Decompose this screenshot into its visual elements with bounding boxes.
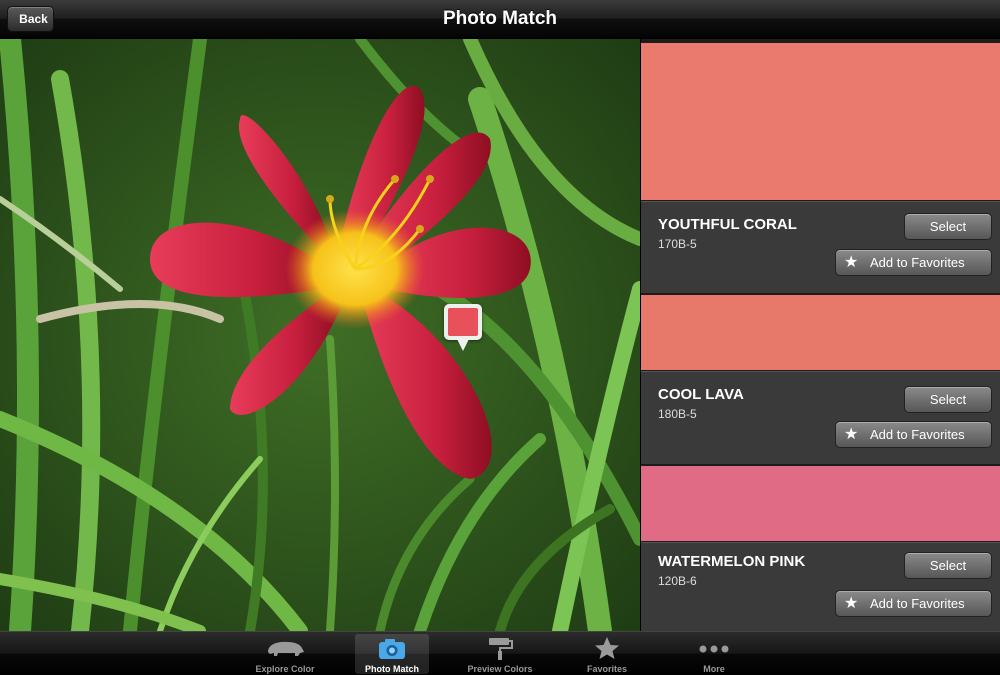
select-button[interactable]: Select bbox=[904, 386, 992, 413]
color-code: 170B-5 bbox=[658, 237, 697, 251]
color-card: WATERMELON PINK 120B-6 Select ★ Add to F… bbox=[641, 542, 1000, 631]
picked-color-swatch bbox=[448, 308, 478, 336]
page-title: Photo Match bbox=[443, 8, 557, 29]
picker-frame bbox=[444, 304, 482, 340]
tab-label: Preview Colors bbox=[467, 664, 533, 674]
star-icon: ★ bbox=[844, 254, 859, 271]
add-to-favorites-button[interactable]: ★ Add to Favorites bbox=[835, 421, 992, 448]
tab-explore-color[interactable]: Explore Color bbox=[248, 634, 322, 674]
nav-bar: Back Photo Match bbox=[0, 0, 1000, 38]
paint-roller-icon bbox=[489, 638, 513, 660]
color-picker-marker[interactable] bbox=[444, 304, 482, 352]
add-to-favorites-label: Add to Favorites bbox=[870, 596, 965, 611]
tab-label: Photo Match bbox=[365, 664, 419, 674]
tab-label: More bbox=[703, 664, 725, 674]
star-icon: ★ bbox=[844, 595, 859, 612]
tab-more[interactable]: More bbox=[677, 634, 751, 674]
select-button[interactable]: Select bbox=[904, 552, 992, 579]
color-swatch-youthful-coral[interactable] bbox=[641, 43, 1000, 200]
star-icon bbox=[595, 637, 619, 659]
color-match-list: YOUTHFUL CORAL 170B-5 Select ★ Add to Fa… bbox=[641, 39, 1000, 631]
add-to-favorites-label: Add to Favorites bbox=[870, 427, 965, 442]
tab-bar: Explore Color Photo Match Preview Colors… bbox=[0, 631, 1000, 675]
select-button[interactable]: Select bbox=[904, 213, 992, 240]
tab-label: Favorites bbox=[586, 664, 628, 674]
color-card: YOUTHFUL CORAL 170B-5 Select ★ Add to Fa… bbox=[641, 201, 1000, 293]
color-name: YOUTHFUL CORAL bbox=[658, 216, 797, 233]
color-card: COOL LAVA 180B-5 Select ★ Add to Favorit… bbox=[641, 371, 1000, 464]
color-code: 180B-5 bbox=[658, 407, 697, 421]
add-to-favorites-button[interactable]: ★ Add to Favorites bbox=[835, 249, 992, 276]
color-code: 120B-6 bbox=[658, 574, 697, 588]
camera-icon bbox=[379, 639, 405, 659]
tab-photo-match[interactable]: Photo Match bbox=[355, 634, 429, 674]
bear-icon bbox=[268, 641, 304, 656]
color-swatch-watermelon-pink[interactable] bbox=[641, 466, 1000, 541]
picker-pointer bbox=[457, 339, 469, 351]
tab-favorites[interactable]: Favorites bbox=[570, 634, 644, 674]
add-to-favorites-button[interactable]: ★ Add to Favorites bbox=[835, 590, 992, 617]
star-icon: ★ bbox=[844, 426, 859, 443]
color-name: COOL LAVA bbox=[658, 386, 744, 403]
color-name: WATERMELON PINK bbox=[658, 553, 806, 570]
tab-label: Explore Color bbox=[255, 664, 315, 674]
tab-preview-colors[interactable]: Preview Colors bbox=[463, 634, 537, 674]
more-dots-icon bbox=[699, 645, 729, 653]
add-to-favorites-label: Add to Favorites bbox=[870, 255, 965, 270]
color-swatch-cool-lava[interactable] bbox=[641, 295, 1000, 370]
flower-photo bbox=[0, 39, 640, 631]
photo-view[interactable] bbox=[0, 39, 640, 631]
